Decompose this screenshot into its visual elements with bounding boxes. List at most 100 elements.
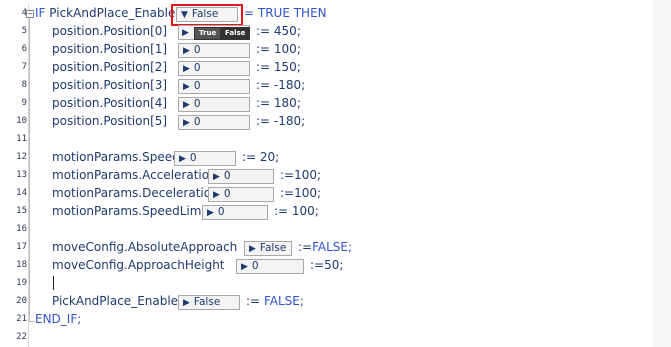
- play-triangle-icon: ▶: [183, 118, 190, 128]
- code-line-18: moveConfig.ApproachHeight: [52, 258, 225, 272]
- watch-value: 0: [217, 206, 225, 218]
- assignment: := FALSE;: [246, 292, 304, 310]
- assignment: := 450;: [256, 24, 301, 38]
- line-number: 16: [16, 224, 27, 234]
- line-number: 14: [16, 188, 27, 198]
- code-line-4: IF PickAndPlace_Enabled: [35, 4, 183, 22]
- line-number-gutter: 4 5 6 7 8 9 10 11 12 13 14 15 16 17 18 1…: [0, 4, 29, 347]
- variable-name: PickAndPlace_Enabled: [49, 6, 183, 20]
- watch-value: False: [259, 242, 287, 254]
- watch-value: False: [193, 296, 221, 308]
- line-number: 13: [16, 170, 27, 180]
- assignment: := 100;: [274, 204, 319, 218]
- play-triangle-icon: ▶: [249, 244, 256, 254]
- play-triangle-icon: ▶: [179, 154, 186, 164]
- watch-value: 0: [189, 152, 197, 164]
- watch-value: 0: [193, 80, 201, 92]
- line-number: 18: [16, 260, 27, 270]
- end-if-keyword: END_IF;: [35, 312, 82, 326]
- play-triangle-icon: ▶: [207, 208, 214, 218]
- play-triangle-icon: ▶: [182, 28, 189, 38]
- line-number: 9: [21, 98, 27, 108]
- if-keyword: IF: [35, 6, 46, 20]
- assign-operator: :=: [246, 294, 261, 308]
- code-line-7: position.Position[2]: [52, 60, 168, 74]
- code-editor[interactable]: 4 5 6 7 8 9 10 11 12 13 14 15 16 17 18 1…: [0, 0, 671, 347]
- assignment: := 20;: [242, 150, 280, 164]
- code-line-5: position.Position[0]: [52, 24, 168, 38]
- watch-value-position5[interactable]: ▶ 0: [178, 115, 250, 130]
- false-toggle-button[interactable]: False: [220, 27, 251, 40]
- watch-toggle-position0[interactable]: ▶ True False: [178, 25, 251, 40]
- assignment: := 150;: [256, 60, 301, 74]
- highlight-annotation: [171, 4, 243, 26]
- watch-value-deceleration[interactable]: ▶ 0: [208, 187, 274, 202]
- play-triangle-icon: ▶: [183, 100, 190, 110]
- watch-value-position2[interactable]: ▶ 0: [178, 61, 250, 76]
- watch-value: 0: [193, 44, 201, 56]
- code-line-10: position.Position[5]: [52, 114, 168, 128]
- line-number: 6: [21, 44, 27, 54]
- play-triangle-icon: ▶: [183, 46, 190, 56]
- code-line-8: position.Position[3]: [52, 78, 168, 92]
- line-number: 22: [16, 332, 27, 342]
- assign-value: FALSE;: [263, 294, 304, 308]
- code-line-17: moveConfig.AbsoluteApproach: [52, 240, 238, 254]
- code-line-15: motionParams.SpeedLimit: [52, 204, 210, 218]
- watch-value-enabled[interactable]: ▶ False: [178, 295, 240, 310]
- assignment: := 100;: [256, 42, 301, 56]
- line-number: 17: [16, 242, 27, 252]
- fold-collapse-icon[interactable]: −: [26, 10, 34, 18]
- then-clause: = TRUE THEN: [244, 6, 327, 20]
- assignment: :=FALSE;: [298, 238, 352, 256]
- line-number: 21: [16, 314, 27, 324]
- play-triangle-icon: ▶: [183, 298, 190, 308]
- assignment: :=100;: [280, 168, 322, 182]
- code-line-12: motionParams.Speed: [52, 150, 180, 164]
- watch-value: 0: [223, 170, 231, 182]
- line-number: 11: [16, 134, 27, 144]
- play-triangle-icon: ▶: [213, 172, 220, 182]
- watch-value: 0: [193, 116, 201, 128]
- play-triangle-icon: ▶: [183, 82, 190, 92]
- watch-value-speedlimit[interactable]: ▶ 0: [202, 205, 268, 220]
- code-line-6: position.Position[1]: [52, 42, 168, 56]
- play-triangle-icon: ▶: [213, 190, 220, 200]
- watch-value: 0: [251, 260, 259, 272]
- line-number: 15: [16, 206, 27, 216]
- watch-value-acceleration[interactable]: ▶ 0: [208, 169, 274, 184]
- line-number: 20: [16, 296, 27, 306]
- assign-operator: :=: [298, 240, 313, 254]
- vertical-scrollbar[interactable]: [653, 0, 671, 347]
- fold-guide-line: [29, 18, 30, 321]
- assignment: :=100;: [280, 186, 322, 200]
- watch-value-position1[interactable]: ▶ 0: [178, 43, 250, 58]
- assignment: :=50;: [310, 258, 344, 272]
- watch-value-position4[interactable]: ▶ 0: [178, 97, 250, 112]
- watch-value: 0: [223, 188, 231, 200]
- true-toggle-button[interactable]: True: [194, 27, 222, 40]
- code-line-14: motionParams.Deceleration: [52, 186, 219, 200]
- watch-value-position3[interactable]: ▶ 0: [178, 79, 250, 94]
- watch-value-approachheight[interactable]: ▶ 0: [236, 259, 304, 274]
- line-number: 7: [21, 62, 27, 72]
- assignment: := 180;: [256, 96, 301, 110]
- code-line-13: motionParams.Acceleration: [52, 168, 217, 182]
- line-number: 19: [16, 278, 27, 288]
- watch-value-absoluteapproach[interactable]: ▶ False: [244, 241, 292, 256]
- line-number: 5: [21, 26, 27, 36]
- watch-value-speed[interactable]: ▶ 0: [174, 151, 236, 166]
- code-line-9: position.Position[4]: [52, 96, 168, 110]
- line-number: 4: [21, 8, 27, 18]
- watch-value: 0: [193, 62, 201, 74]
- assignment: := -180;: [256, 78, 306, 92]
- assignment: := -180;: [256, 114, 306, 128]
- text-cursor: [53, 276, 54, 290]
- assign-value: FALSE;: [312, 240, 353, 254]
- watch-value: 0: [193, 98, 201, 110]
- code-line-20: PickAndPlace_Enabled: [52, 294, 186, 308]
- play-triangle-icon: ▶: [183, 64, 190, 74]
- play-triangle-icon: ▶: [241, 262, 248, 272]
- line-number: 10: [16, 116, 27, 126]
- line-number: 8: [21, 80, 27, 90]
